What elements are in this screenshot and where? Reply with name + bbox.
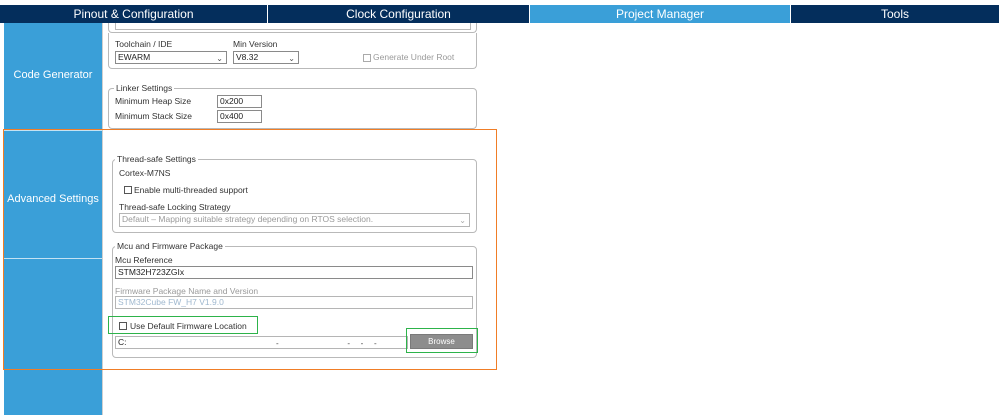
- linker-settings-legend: Linker Settings: [114, 83, 175, 93]
- browse-button-highlight: [406, 328, 478, 353]
- sidebar-item-code-generator[interactable]: Code Generator: [4, 69, 102, 81]
- min-stack-size-input[interactable]: 0x400: [217, 110, 262, 123]
- min-heap-size-label: Minimum Heap Size: [115, 96, 192, 106]
- toolchain-group: Toolchain / IDE EWARM ⌄ Min Version V8.3…: [108, 33, 477, 69]
- min-stack-size-label: Minimum Stack Size: [115, 111, 192, 121]
- chevron-down-icon: ⌄: [216, 54, 223, 63]
- generate-under-root-label: Generate Under Root: [373, 52, 455, 62]
- main-tab-bar: Pinout & Configuration Clock Configurati…: [0, 5, 999, 23]
- min-version-select[interactable]: V8.32 ⌄: [233, 51, 299, 64]
- tab-project-manager[interactable]: Project Manager: [530, 5, 791, 23]
- tab-tools[interactable]: Tools: [791, 5, 999, 23]
- use-default-location-highlight: [108, 316, 258, 334]
- toolchain-label: Toolchain / IDE: [115, 39, 173, 49]
- tab-pinout-configuration[interactable]: Pinout & Configuration: [0, 5, 268, 23]
- toolchain-select[interactable]: EWARM ⌄: [115, 51, 227, 64]
- generate-under-root-checkbox[interactable]: [363, 54, 371, 62]
- project-location-input[interactable]: [115, 23, 471, 30]
- tab-clock-configuration[interactable]: Clock Configuration: [268, 5, 530, 23]
- chevron-down-icon: ⌄: [288, 54, 295, 63]
- linker-settings-group: Linker Settings Minimum Heap Size 0x200 …: [108, 83, 477, 129]
- project-settings-frame: [108, 23, 477, 33]
- toolchain-value: EWARM: [118, 52, 151, 62]
- min-version-label: Min Version: [233, 39, 278, 49]
- min-heap-size-input[interactable]: 0x200: [217, 95, 262, 108]
- min-version-value: V8.32: [236, 52, 259, 62]
